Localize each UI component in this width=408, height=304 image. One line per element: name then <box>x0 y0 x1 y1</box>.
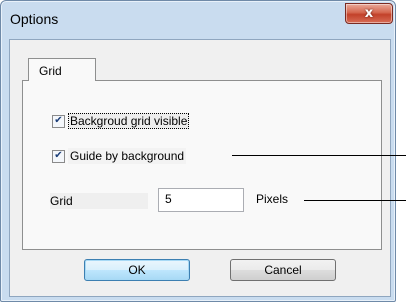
close-icon: x <box>364 6 374 21</box>
grid-size-field[interactable] <box>158 188 244 212</box>
tab-grid[interactable]: Grid <box>28 58 96 81</box>
grid-tab-panel <box>22 80 382 250</box>
background-grid-visible-checkbox[interactable]: ✔ <box>52 114 65 128</box>
background-grid-visible-option[interactable]: ✔ Backgroud grid visible <box>52 113 190 129</box>
background-grid-visible-label: Backgroud grid visible <box>68 113 190 129</box>
grid-size-label: Grid <box>50 193 148 209</box>
tab-grid-label: Grid <box>39 64 62 78</box>
callout-line-pixels <box>304 200 406 201</box>
callout-line-guide <box>232 155 406 156</box>
ok-button-label: OK <box>128 263 146 277</box>
guide-by-background-label: Guide by background <box>68 148 187 164</box>
grid-size-unit-label: Pixels <box>256 192 289 206</box>
grid-size-input[interactable] <box>165 192 235 206</box>
cancel-button-label: Cancel <box>264 263 302 277</box>
dialog-title: Options <box>10 11 59 27</box>
cancel-button[interactable]: Cancel <box>230 259 336 281</box>
ok-button[interactable]: OK <box>84 259 190 281</box>
guide-by-background-checkbox[interactable]: ✔ <box>52 149 65 163</box>
guide-by-background-option[interactable]: ✔ Guide by background <box>52 148 187 164</box>
close-button[interactable]: x <box>345 3 393 24</box>
